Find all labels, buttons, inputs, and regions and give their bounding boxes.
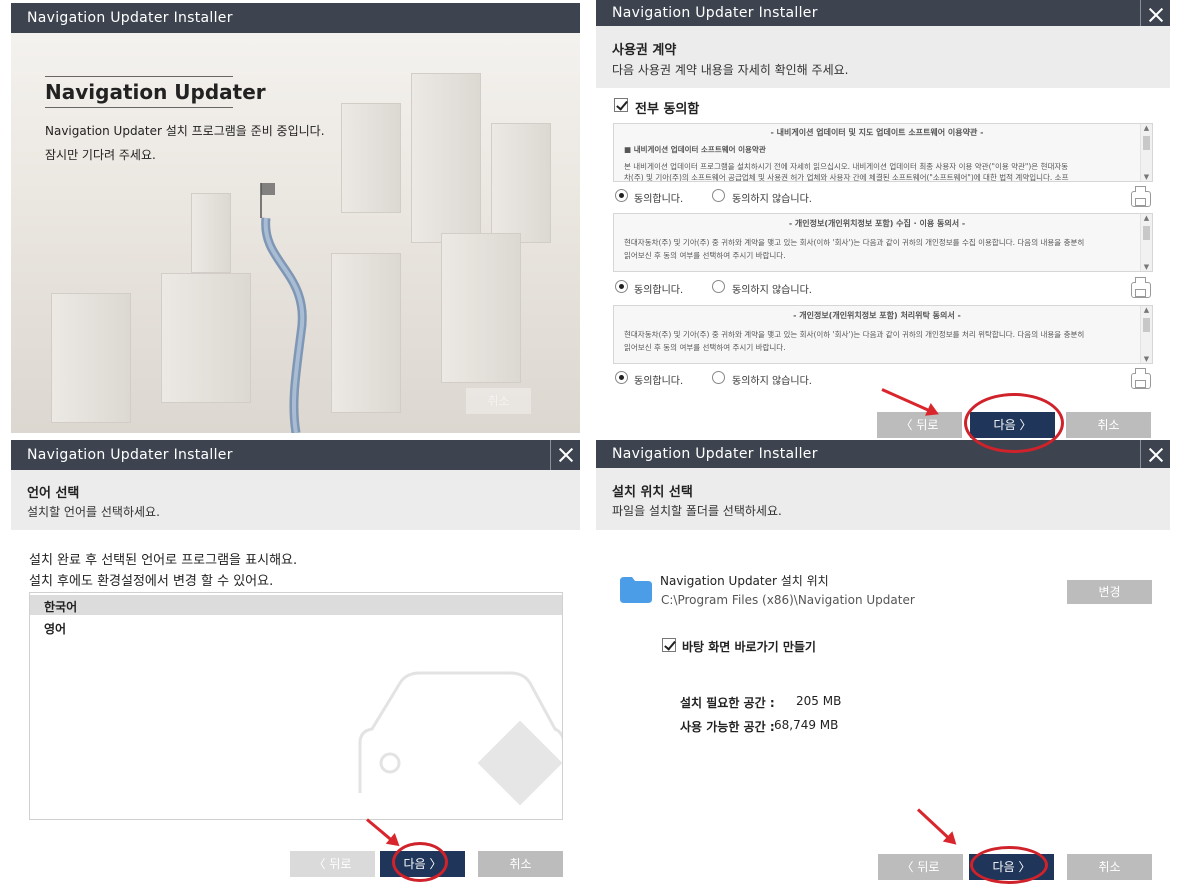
close-icon[interactable]: [550, 440, 580, 470]
agree-radio[interactable]: [615, 189, 628, 202]
back-button[interactable]: 〈 뒤로: [290, 851, 375, 877]
cancel-button[interactable]: 취소: [1066, 412, 1151, 438]
page-subtitle: 설치할 언어를 선택하세요.: [27, 505, 160, 519]
page-subtitle: 파일을 설치할 폴더를 선택하세요.: [612, 504, 782, 518]
language-list: 한국어 영어: [29, 592, 563, 820]
terms-line: 차(주) 및 기아(주)의 소프트웨어 공급업체 및 사용권 허가 업체와 사용…: [624, 173, 1069, 182]
scrollbar[interactable]: ▲ ▼: [1140, 214, 1152, 271]
required-space-label: 설치 필요한 공간 :: [680, 696, 775, 710]
scrollbar[interactable]: ▲ ▼: [1140, 124, 1152, 181]
shortcut-label: 바탕 화면 바로가기 만들기: [682, 640, 816, 654]
print-icon[interactable]: [1131, 186, 1151, 207]
terms-heading: - 개인정보(개인위치정보 포함) 처리위탁 동의서 -: [793, 311, 961, 320]
close-icon[interactable]: [1140, 0, 1170, 26]
folder-path: C:\Program Files (x86)\Navigation Update…: [661, 593, 915, 607]
shortcut-checkbox[interactable]: [662, 638, 676, 652]
agree-all-checkbox[interactable]: [614, 98, 628, 112]
next-button[interactable]: 다음 〉: [380, 851, 465, 877]
agree-all-label: 전부 동의함: [635, 102, 700, 117]
location-window: Navigation Updater Installer 설치 위치 선택 파일…: [596, 440, 1170, 886]
terms-line: 읽어보신 후 동의 여부를 선택하여 주시기 바랍니다.: [624, 343, 786, 352]
list-item-selected[interactable]: [30, 595, 562, 615]
splash-heading: Navigation Updater: [45, 80, 266, 104]
terms-textbox[interactable]: - 내비게이션 업데이터 및 지도 업데이트 소프트웨어 이용약관 - ■ 내비…: [613, 123, 1153, 182]
disagree-radio[interactable]: [712, 371, 725, 384]
terms-line: 본 내비게이션 업데이터 프로그램을 설치하시기 전에 자세히 읽으십시오. 내…: [624, 162, 1069, 171]
terms-line: 읽어보신 후 동의 여부를 선택하여 주시기 바랍니다.: [624, 251, 786, 260]
disagree-radio[interactable]: [712, 189, 725, 202]
list-item-label: 영어: [44, 622, 67, 636]
available-space-label: 사용 가능한 공간 :: [680, 720, 775, 734]
terms-textbox[interactable]: - 개인정보(개인위치정보 포함) 수집 · 이용 동의서 - 현대자동차(주)…: [613, 213, 1153, 272]
back-button[interactable]: 〈 뒤로: [878, 854, 963, 880]
cancel-button[interactable]: 취소: [466, 388, 531, 414]
agree-radio[interactable]: [615, 280, 628, 293]
next-button[interactable]: 다음 〉: [969, 854, 1054, 880]
disagree-label: 동의하지 않습니다.: [732, 376, 812, 387]
page-header: 언어 선택 설치할 언어를 선택하세요.: [11, 470, 580, 530]
disagree-label: 동의하지 않습니다.: [732, 194, 812, 205]
terms-heading: - 내비게이션 업데이터 및 지도 업데이트 소프트웨어 이용약관 -: [770, 128, 984, 137]
terms-line: ■ 내비게이션 업데이터 소프트웨어 이용약관: [624, 145, 766, 154]
close-icon[interactable]: [1140, 440, 1170, 468]
folder-icon: [620, 577, 652, 603]
page-title: 설치 위치 선택: [612, 485, 693, 500]
folder-label: Navigation Updater 설치 위치: [660, 574, 829, 588]
splash-text-2: 잠시만 기다려 주세요.: [45, 148, 156, 162]
list-item[interactable]: [30, 617, 562, 637]
required-space-value: 205 MB: [796, 694, 842, 708]
agree-label: 동의합니다.: [634, 194, 684, 205]
page-header: 사용권 계약 다음 사용권 계약 내용을 자세히 확인해 주세요.: [596, 26, 1170, 88]
cancel-button[interactable]: 취소: [1067, 854, 1152, 880]
language-description-1: 설치 완료 후 선택된 언어로 프로그램을 표시해요.: [29, 553, 298, 568]
available-space-value: 68,749 MB: [774, 718, 839, 732]
back-button[interactable]: 〈 뒤로: [877, 412, 962, 438]
language-window: Navigation Updater Installer 언어 선택 설치할 언…: [11, 440, 580, 886]
splash-heading-line: [45, 76, 233, 77]
agree-radio[interactable]: [615, 371, 628, 384]
agree-label: 동의합니다.: [634, 285, 684, 296]
change-button[interactable]: 변경: [1067, 580, 1152, 604]
print-icon[interactable]: [1131, 368, 1151, 389]
window-title: Navigation Updater Installer: [11, 3, 580, 33]
page-subtitle: 다음 사용권 계약 내용을 자세히 확인해 주세요.: [612, 63, 849, 77]
page-header: 설치 위치 선택 파일을 설치할 폴더를 선택하세요.: [596, 468, 1170, 530]
language-description-2: 설치 후에도 환경설정에서 변경 할 수 있어요.: [29, 574, 274, 589]
terms-line: 현대자동차(주) 및 기아(주) 중 귀하와 계약을 맺고 있는 회사(이하 '…: [624, 330, 1085, 339]
page-title: 언어 선택: [27, 486, 80, 501]
list-item-label: 한국어: [44, 600, 78, 614]
terms-textbox[interactable]: - 개인정보(개인위치정보 포함) 처리위탁 동의서 - 현대자동차(주) 및 …: [613, 305, 1153, 364]
license-window: Navigation Updater Installer 사용권 계약 다음 사…: [596, 0, 1170, 440]
print-icon[interactable]: [1131, 277, 1151, 298]
cancel-button[interactable]: 취소: [478, 851, 563, 877]
splash-heading-underline: [45, 107, 233, 108]
next-button[interactable]: 다음 〉: [970, 412, 1055, 438]
car-watermark-icon: [358, 671, 562, 806]
window-title: Navigation Updater Installer: [11, 440, 580, 470]
window-title: Navigation Updater Installer: [596, 440, 1170, 468]
window-title: Navigation Updater Installer: [596, 0, 1170, 26]
splash-text-1: Navigation Updater 설치 프로그램을 준비 중입니다.: [45, 124, 325, 138]
terms-line: 현대자동차(주) 및 기아(주) 중 귀하와 계약을 맺고 있는 회사(이하 '…: [624, 238, 1085, 247]
page-title: 사용권 계약: [612, 43, 677, 58]
disagree-label: 동의하지 않습니다.: [732, 285, 812, 296]
terms-heading: - 개인정보(개인위치정보 포함) 수집 · 이용 동의서 -: [788, 219, 966, 228]
splash-window: Navigation Updater Installer Navigation …: [11, 3, 580, 433]
scrollbar[interactable]: ▲ ▼: [1140, 306, 1152, 363]
agree-label: 동의합니다.: [634, 376, 684, 387]
disagree-radio[interactable]: [712, 280, 725, 293]
